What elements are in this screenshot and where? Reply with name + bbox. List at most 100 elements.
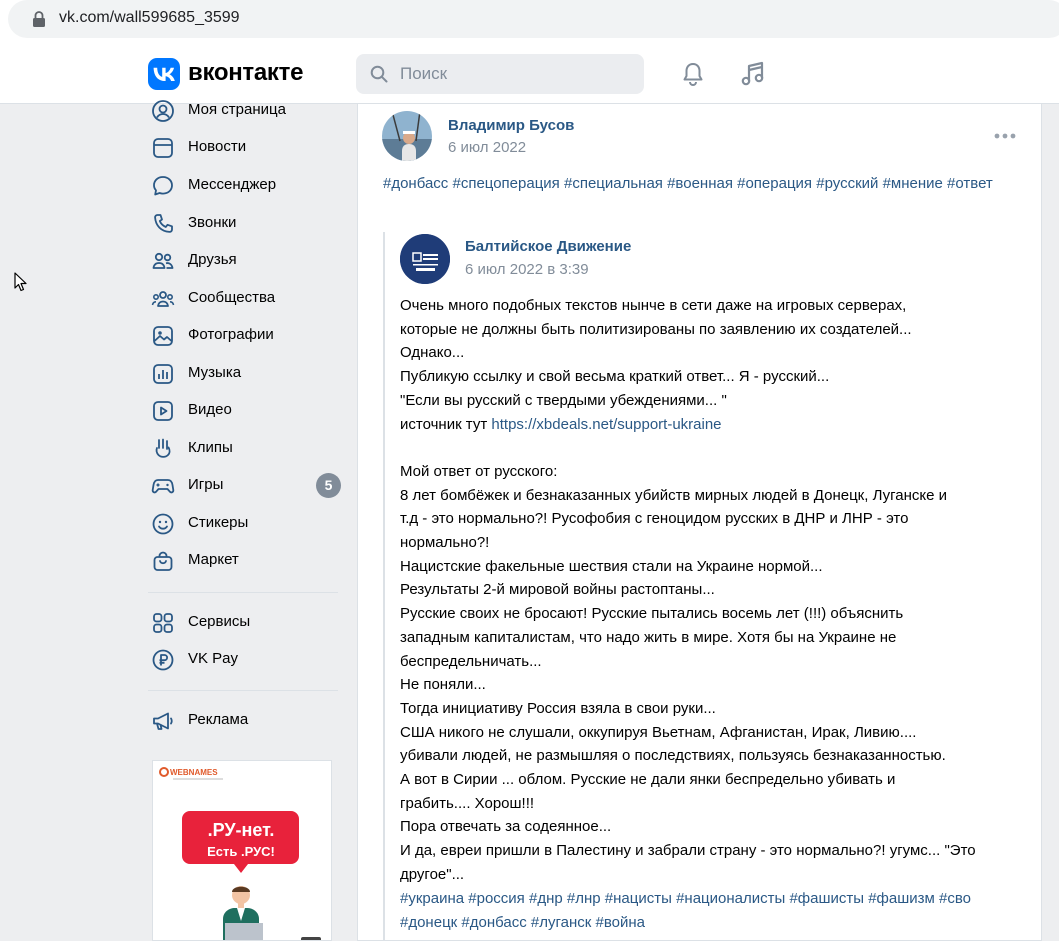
sidebar-item-music[interactable]: Музыка [140, 358, 345, 390]
video-icon [153, 401, 173, 421]
repost-hashtags: #украина #россия #днр #лнр #нацисты #нац… [400, 887, 1030, 935]
hashtag-link[interactable]: #луганск [531, 914, 591, 931]
services-icon [153, 613, 173, 633]
sidebar-item-market[interactable]: Маркет [140, 545, 345, 577]
repost-border [383, 232, 385, 941]
browser-address-bar: vk.com/wall599685_3599 [0, 0, 1059, 44]
hashtag-link[interactable]: #специальная [564, 175, 663, 192]
hashtag-link[interactable]: #донецк [400, 914, 457, 931]
hashtag-link[interactable]: #нацисты [605, 890, 672, 907]
ad-subheadline: Есть .РУС! [207, 844, 275, 859]
sidebar-item-vk-pay[interactable]: VK Pay [140, 644, 345, 676]
user-icon [152, 100, 174, 122]
hashtag-link[interactable]: #лнр [567, 890, 601, 907]
search-icon [370, 65, 388, 83]
hashtag-link[interactable]: #украина [400, 890, 464, 907]
sidebar-item-label: Сообщества [188, 289, 276, 306]
hashtag-link[interactable]: #спецоперация [452, 175, 559, 192]
music-note-icon[interactable] [739, 60, 767, 88]
repost-date[interactable]: 6 июл 2022 в 3:39 [465, 261, 589, 278]
ad-headline: .РУ-нет. [208, 820, 275, 840]
url-text: vk.com/wall599685_3599 [59, 9, 240, 26]
stickers-icon [152, 513, 174, 535]
sidebar-item-games[interactable]: Игры 5 [140, 470, 345, 502]
hashtag-link[interactable]: #фашизм [868, 890, 935, 907]
photos-icon [153, 326, 173, 346]
repost-avatar[interactable] [400, 234, 450, 284]
friends-icon [152, 252, 174, 269]
sidebar-item-news[interactable]: Новости [140, 132, 345, 164]
hashtag-link[interactable]: #мнение [883, 175, 943, 192]
ad-illustration: WEBNAMES .РУ-нет. Есть .РУС! [159, 767, 321, 940]
sidebar-item-my-page[interactable]: Моя страница [140, 95, 345, 127]
sidebar-item-label: Маркет [188, 551, 239, 568]
repost-text-part2: Мой ответ от русского: 8 лет бомбёжек и … [400, 462, 976, 883]
search-input[interactable] [400, 54, 630, 94]
bell-icon[interactable] [680, 61, 706, 87]
author-avatar[interactable] [382, 111, 432, 161]
messenger-icon [153, 176, 173, 196]
sidebar-item-clips[interactable]: Клипы [140, 433, 345, 465]
more-options-icon[interactable] [993, 132, 1017, 140]
vk-wordmark[interactable]: вконтакте [188, 59, 303, 87]
sidebar-item-stickers[interactable]: Стикеры [140, 508, 345, 540]
sidebar-item-label: VK Pay [188, 650, 239, 667]
hashtag-link[interactable]: #война [595, 914, 645, 931]
author-photo [382, 111, 432, 161]
hashtag-link[interactable]: #военная [667, 175, 733, 192]
hashtag-link[interactable]: #фашисты [789, 890, 864, 907]
ad-brand: WEBNAMES [170, 768, 218, 777]
phone-icon [154, 214, 173, 233]
sidebar-item-ads[interactable]: Реклама [140, 705, 345, 737]
sidebar-item-video[interactable]: Видео [140, 395, 345, 427]
sidebar-item-label: Сервисы [188, 613, 251, 630]
megaphone-icon [153, 712, 173, 730]
sidebar-item-messenger[interactable]: Мессенджер [140, 170, 345, 202]
url-field[interactable]: vk.com/wall599685_3599 [8, 0, 1059, 38]
hashtag-link[interactable]: #русский [816, 175, 878, 192]
hashtag-link[interactable]: #сво [939, 890, 971, 907]
author-name[interactable]: Владимир Бусов [448, 117, 574, 134]
sidebar-item-label: Новости [188, 138, 247, 155]
ad-banner[interactable]: WEBNAMES .РУ-нет. Есть .РУС! [152, 760, 332, 941]
hashtag-link[interactable]: #донбасс [461, 914, 526, 931]
repost-author-name[interactable]: Балтийское Движение [465, 238, 631, 255]
communities-icon [151, 291, 175, 307]
search-box[interactable] [356, 54, 644, 94]
music-icon [153, 364, 173, 384]
games-icon [151, 479, 175, 494]
hashtag-link[interactable]: #ответ [947, 175, 993, 192]
wall-post: Владимир Бусов 6 июл 2022 #донбасс #спец… [357, 104, 1042, 941]
sidebar-item-label: Стикеры [188, 514, 249, 531]
mouse-cursor-icon [14, 272, 27, 292]
sidebar-item-photos[interactable]: Фотографии [140, 320, 345, 352]
hashtag-link[interactable]: #днр [529, 890, 563, 907]
hashtag-link[interactable]: #россия [468, 890, 525, 907]
market-icon [153, 551, 173, 571]
sidebar-divider [148, 690, 338, 691]
clips-icon [155, 438, 171, 458]
post-hashtags: #донбасс #спецоперация #специальная #вое… [383, 172, 1023, 196]
sidebar-item-communities[interactable]: Сообщества [140, 283, 345, 315]
sidebar-item-friends[interactable]: Друзья [140, 245, 345, 277]
sidebar-divider [148, 592, 338, 593]
sidebar-item-label: Клипы [188, 439, 233, 456]
post-date[interactable]: 6 июл 2022 [448, 139, 526, 156]
vkpay-icon [152, 649, 174, 671]
repost-text-part1: Очень много подобных текстов нынче в сет… [400, 297, 912, 433]
news-icon [153, 138, 173, 158]
vk-logo-icon[interactable] [148, 58, 180, 90]
external-link[interactable]: https://xbdeals.net/support-ukraine [491, 416, 721, 433]
hashtag-link[interactable]: #операция [737, 175, 812, 192]
games-count-badge: 5 [316, 473, 341, 498]
sidebar-item-calls[interactable]: Звонки [140, 208, 345, 240]
hashtag-link[interactable]: #донбасс [383, 175, 448, 192]
sidebar-item-label: Видео [188, 401, 232, 418]
repost-text: Очень много подобных текстов нынче в сет… [400, 294, 1030, 887]
hashtag-link[interactable]: #националисты [676, 890, 785, 907]
sidebar-item-label: Друзья [188, 251, 237, 268]
sidebar-item-services[interactable]: Сервисы [140, 607, 345, 639]
sidebar-item-label: Моя страница [188, 101, 286, 118]
baltic-movement-logo [400, 234, 450, 284]
sidebar-item-label: Игры [188, 476, 224, 493]
